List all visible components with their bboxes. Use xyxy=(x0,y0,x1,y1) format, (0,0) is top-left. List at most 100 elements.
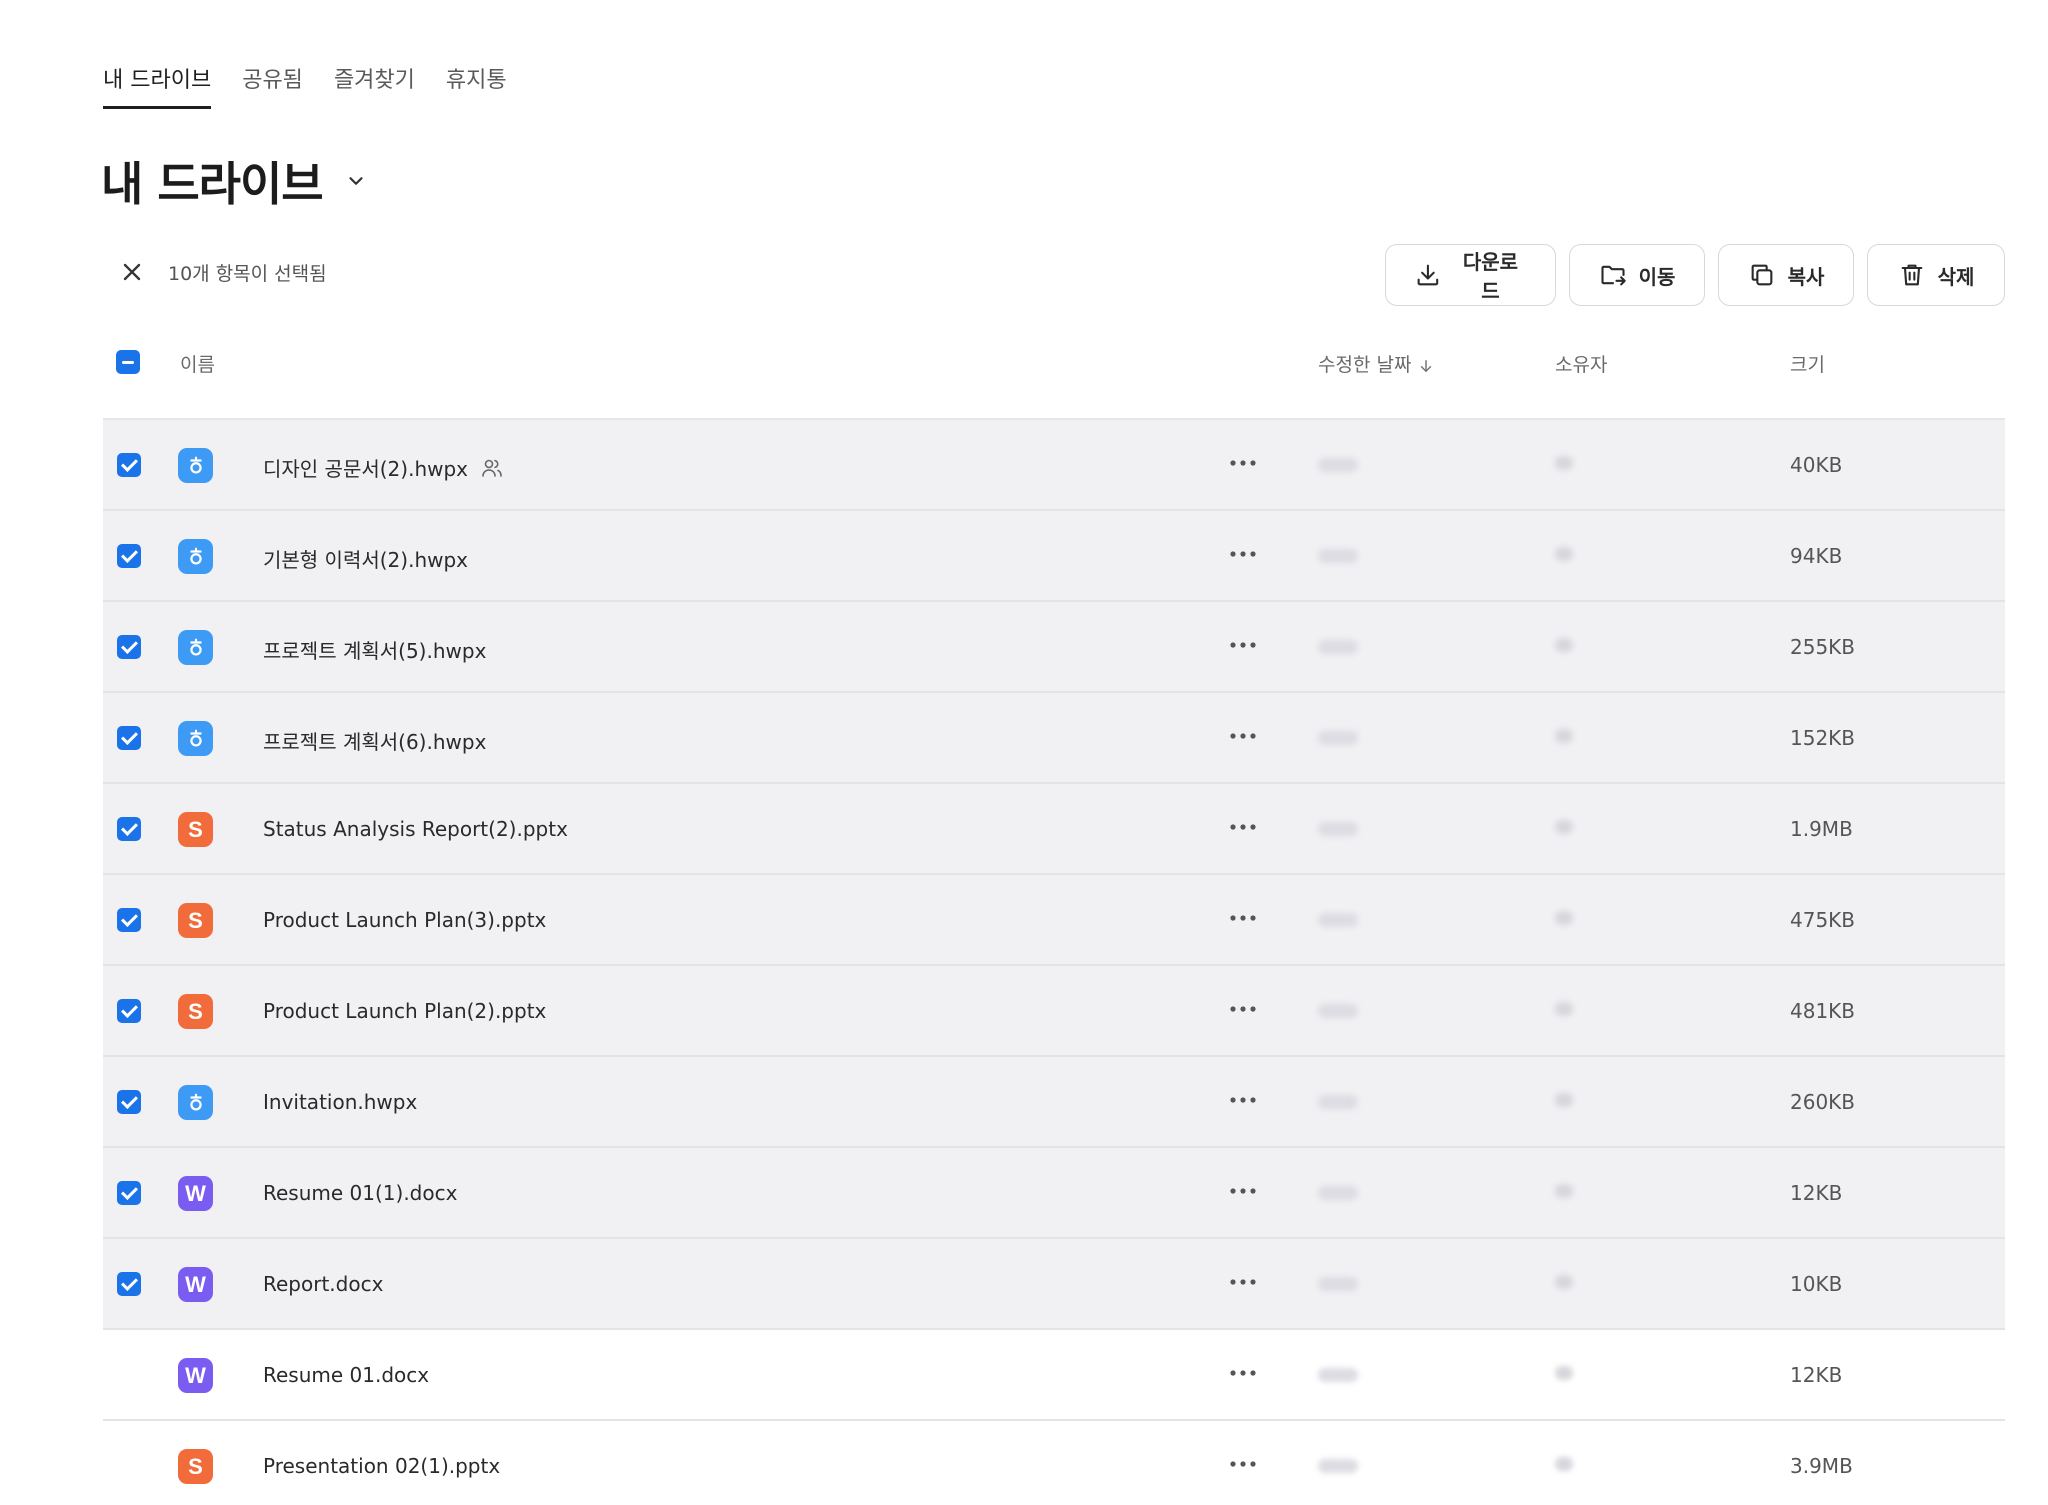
close-icon[interactable] xyxy=(118,258,146,286)
file-name[interactable]: Status Analysis Report(2).pptx xyxy=(263,817,568,841)
row-checkbox[interactable] xyxy=(117,1272,141,1296)
table-row[interactable]: Invitation.hwpx 260KB xyxy=(103,1057,2005,1148)
table-row[interactable]: W Report.docx 10KB xyxy=(103,1239,2005,1330)
move-button[interactable]: 이동 xyxy=(1569,244,1705,306)
file-size: 152KB xyxy=(1790,726,1856,750)
row-checkbox[interactable] xyxy=(117,817,141,841)
more-options-button[interactable] xyxy=(1228,1452,1258,1476)
tab-shared[interactable]: 공유됨 xyxy=(242,62,303,109)
more-options-button[interactable] xyxy=(1228,542,1258,566)
copy-button[interactable]: 복사 xyxy=(1718,244,1854,306)
row-checkbox[interactable] xyxy=(117,1454,141,1478)
table-header: 이름 수정한 날짜 소유자 크기 xyxy=(103,340,2005,420)
table-row[interactable]: 기본형 이력서(2).hwpx 94KB xyxy=(103,511,2005,602)
more-options-button[interactable] xyxy=(1228,633,1258,657)
row-checkbox[interactable] xyxy=(117,544,141,568)
download-label: 다운로드 xyxy=(1462,252,1519,303)
row-checkbox[interactable] xyxy=(117,908,141,932)
file-name[interactable]: 프로젝트 계획서(5).hwpx xyxy=(263,635,486,664)
table-row[interactable]: 디자인 공문서(2).hwpx 40KB xyxy=(103,420,2005,511)
more-options-button[interactable] xyxy=(1228,724,1258,748)
file-name[interactable]: Invitation.hwpx xyxy=(263,1090,417,1114)
tab-trash[interactable]: 휴지통 xyxy=(446,62,507,109)
more-options-button[interactable] xyxy=(1228,1088,1258,1112)
modified-date-redacted xyxy=(1318,549,1358,563)
file-size: 94KB xyxy=(1790,544,1843,568)
ppt-file-icon: S xyxy=(178,903,213,938)
table-row[interactable]: S Product Launch Plan(2).pptx 481KB xyxy=(103,966,2005,1057)
column-name[interactable]: 이름 xyxy=(180,350,215,377)
more-options-button[interactable] xyxy=(1228,815,1258,839)
sort-down-icon xyxy=(1421,359,1432,372)
more-options-button[interactable] xyxy=(1228,451,1258,475)
hwp-file-icon xyxy=(178,721,213,756)
file-name-text: 프로젝트 계획서(6).hwpx xyxy=(263,730,487,754)
row-checkbox[interactable] xyxy=(117,453,141,477)
file-name-text: Product Launch Plan(2).pptx xyxy=(263,999,547,1023)
more-options-button[interactable] xyxy=(1228,1179,1258,1203)
file-name[interactable]: Product Launch Plan(3).pptx xyxy=(263,908,546,932)
owner-redacted xyxy=(1555,729,1573,743)
column-modified[interactable]: 수정한 날짜 xyxy=(1318,350,1435,377)
more-options-button[interactable] xyxy=(1228,997,1258,1021)
file-name[interactable]: Product Launch Plan(2).pptx xyxy=(263,999,546,1023)
row-checkbox[interactable] xyxy=(117,726,141,750)
table-row[interactable]: 프로젝트 계획서(6).hwpx 152KB xyxy=(103,693,2005,784)
hwp-file-icon xyxy=(178,539,213,574)
more-icon xyxy=(1230,915,1256,921)
select-all-checkbox[interactable] xyxy=(116,350,140,374)
column-modified-label: 수정한 날짜 xyxy=(1318,354,1412,376)
owner-redacted xyxy=(1555,638,1573,652)
selection-count: 10개 항목이 선택됨 xyxy=(168,262,327,285)
row-checkbox[interactable] xyxy=(117,635,141,659)
modified-date-redacted xyxy=(1318,1459,1358,1473)
file-name-text: Invitation.hwpx xyxy=(263,1090,418,1114)
file-name[interactable]: Presentation 02(1).pptx xyxy=(263,1454,500,1478)
move-label: 이동 xyxy=(1638,266,1676,289)
tab-my-drive[interactable]: 내 드라이브 xyxy=(103,62,212,109)
owner-redacted xyxy=(1555,547,1573,561)
file-name[interactable]: Resume 01.docx xyxy=(263,1363,429,1387)
file-name[interactable]: 기본형 이력서(2).hwpx xyxy=(263,544,468,573)
tab-favorites[interactable]: 즐겨찾기 xyxy=(334,62,415,109)
action-toolbar: 다운로드 이동 복사 삭제 xyxy=(1385,244,2005,306)
more-icon xyxy=(1230,1370,1256,1376)
more-options-button[interactable] xyxy=(1228,1361,1258,1385)
row-checkbox[interactable] xyxy=(117,1181,141,1205)
row-checkbox[interactable] xyxy=(117,1363,141,1387)
owner-redacted xyxy=(1555,1093,1573,1107)
chevron-down-icon[interactable] xyxy=(345,170,367,192)
modified-date-redacted xyxy=(1318,1186,1358,1200)
modified-date-redacted xyxy=(1318,913,1358,927)
file-name[interactable]: 디자인 공문서(2).hwpx xyxy=(263,453,504,482)
indeterminate-mark xyxy=(122,360,134,364)
column-owner[interactable]: 소유자 xyxy=(1555,350,1607,377)
file-list: 디자인 공문서(2).hwpx 40KB 기본형 이력서(2).hwpx 94KB 프로… xyxy=(103,420,2005,1505)
selection-bar: 10개 항목이 선택됨 xyxy=(118,258,327,286)
file-name[interactable]: Report.docx xyxy=(263,1272,383,1296)
table-row[interactable]: W Resume 01.docx 12KB xyxy=(103,1330,2005,1421)
download-icon xyxy=(1417,264,1439,286)
column-size[interactable]: 크기 xyxy=(1790,350,1825,377)
table-row[interactable]: S Status Analysis Report(2).pptx 1.9MB xyxy=(103,784,2005,875)
table-row[interactable]: 프로젝트 계획서(5).hwpx 255KB xyxy=(103,602,2005,693)
ppt-file-icon: S xyxy=(178,812,213,847)
ppt-file-icon: S xyxy=(178,994,213,1029)
file-size: 255KB xyxy=(1790,635,1856,659)
file-size: 260KB xyxy=(1790,1090,1856,1114)
delete-button[interactable]: 삭제 xyxy=(1867,244,2005,306)
download-button[interactable]: 다운로드 xyxy=(1385,244,1556,306)
row-checkbox[interactable] xyxy=(117,1090,141,1114)
row-checkbox[interactable] xyxy=(117,999,141,1023)
file-name[interactable]: Resume 01(1).docx xyxy=(263,1181,457,1205)
file-name[interactable]: 프로젝트 계획서(6).hwpx xyxy=(263,726,486,755)
file-size: 1.9MB xyxy=(1790,817,1853,841)
hwp-file-icon xyxy=(178,1085,213,1120)
modified-date-redacted xyxy=(1318,1095,1358,1109)
more-options-button[interactable] xyxy=(1228,1270,1258,1294)
more-icon xyxy=(1230,460,1256,466)
table-row[interactable]: S Product Launch Plan(3).pptx 475KB xyxy=(103,875,2005,966)
more-options-button[interactable] xyxy=(1228,906,1258,930)
table-row[interactable]: S Presentation 02(1).pptx 3.9MB xyxy=(103,1421,2005,1505)
table-row[interactable]: W Resume 01(1).docx 12KB xyxy=(103,1148,2005,1239)
